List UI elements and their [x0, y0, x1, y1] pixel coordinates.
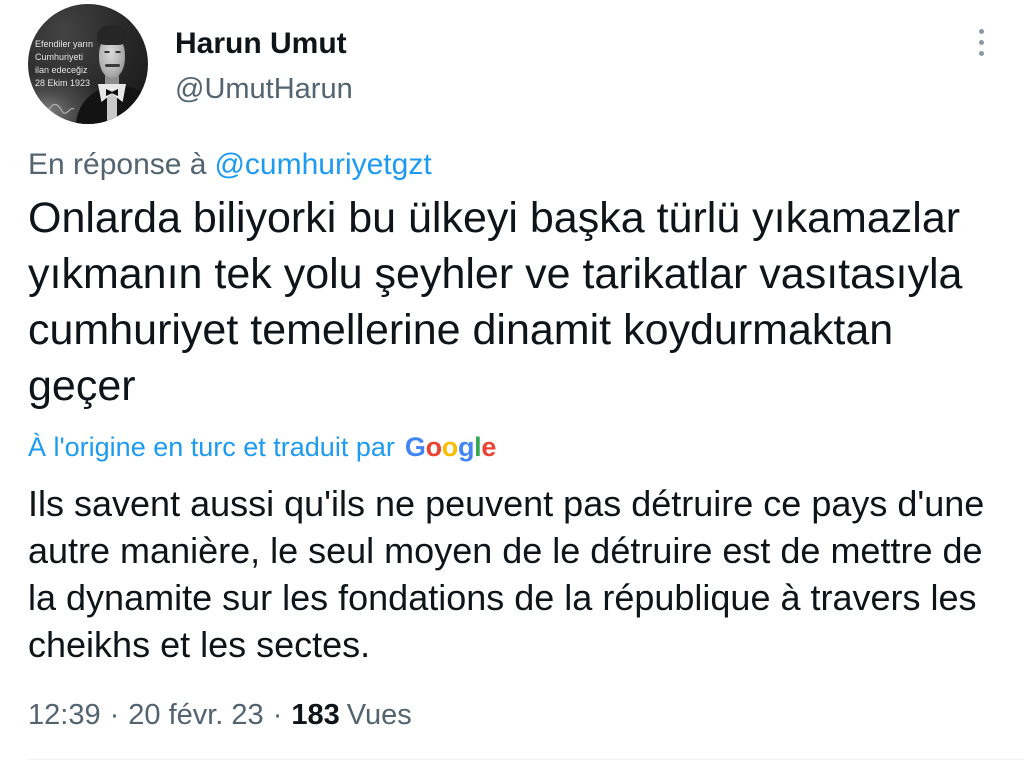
author-handle[interactable]: @UmutHarun [175, 71, 353, 107]
google-logo-letter: o [425, 432, 443, 462]
translated-text-line: cheikhs et les sectes. [28, 624, 371, 665]
google-logo-letter: g [457, 432, 475, 462]
google-logo-letter: G [404, 432, 426, 462]
more-vertical-icon [966, 24, 996, 60]
avatar-hair [97, 25, 127, 45]
meta-separator: · [109, 699, 120, 731]
avatar-caption-line: ilan edeceğiz [35, 65, 88, 75]
avatar-caption-line: 28 Ekim 1923 [35, 78, 91, 88]
views-label: Vues [346, 699, 412, 731]
more-options-button[interactable] [966, 24, 996, 60]
tweet-text-line: Onlarda biliyorki bu ülkeyi başka türlü … [28, 194, 961, 242]
avatar-eye [115, 51, 121, 53]
tweet-meta: 12:39 · 20 févr. 23 · 183 Vues [28, 697, 412, 733]
avatar-signature-mark [37, 103, 75, 114]
translated-text-line: la dynamite sur les fondations de la rép… [28, 577, 977, 618]
signature-stroke [37, 103, 75, 114]
avatar-shirt [107, 94, 117, 124]
tweet-text: Onlarda biliyorki bu ülkeyi başka türlü … [28, 190, 962, 414]
translated-text-line: Ils savent aussi qu'ils ne peuvent pas d… [28, 483, 985, 524]
tweet: Efendiler yarın Cumhuriyeti ilan edeceği… [0, 0, 1024, 764]
avatar-caption: Efendiler yarın Cumhuriyeti ilan edeceği… [35, 38, 101, 90]
author-name[interactable]: Harun Umut [175, 26, 347, 62]
views-count: 183 [291, 699, 340, 731]
avatar-caption-line: Cumhuriyeti [35, 52, 84, 62]
avatar-eye [104, 51, 110, 53]
avatar[interactable]: Efendiler yarın Cumhuriyeti ilan edeceği… [28, 4, 148, 124]
google-logo: Google [404, 429, 497, 465]
avatar-mustache [105, 64, 120, 67]
translated-text: Ils savent aussi qu'ils ne peuvent pas d… [28, 480, 984, 668]
tweet-text-line: cumhuriyet temellerine dinamit koydurmak… [28, 306, 894, 354]
translation-attribution-text: À l'origine en turc et traduit par [28, 432, 395, 462]
tweet-date-link[interactable]: 20 févr. 23 [128, 697, 263, 733]
icon-dot [978, 39, 984, 45]
meta-separator: · [272, 699, 283, 731]
reply-prefix: En réponse à [28, 148, 207, 181]
icon-dot [978, 28, 984, 34]
avatar-caption-line: Efendiler yarın [35, 39, 94, 49]
tweet-text-line: geçer [28, 362, 136, 410]
reply-mention-link[interactable]: @cumhuriyetgzt [214, 147, 431, 183]
divider [28, 759, 1024, 760]
translated-text-line: autre manière, le seul moyen de le détru… [28, 530, 983, 571]
tweet-time-link[interactable]: 12:39 [28, 697, 101, 733]
icon-dot [978, 50, 984, 56]
google-logo-letter: e [481, 432, 497, 462]
google-logo-letter: o [441, 432, 459, 462]
reply-context: En réponse à @cumhuriyetgzt [28, 147, 432, 183]
translation-attribution-link[interactable]: À l'origine en turc et traduit par Googl… [28, 429, 496, 465]
tweet-text-line: yıkmanın tek yolu şeyhler ve tarikatlar … [28, 250, 963, 298]
